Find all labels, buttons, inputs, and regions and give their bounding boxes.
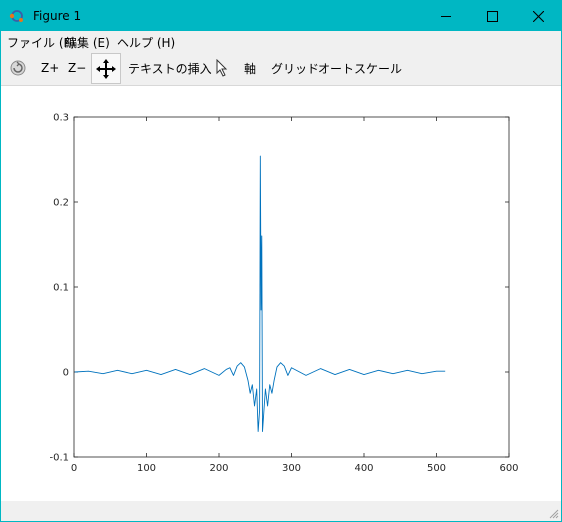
resize-grip-icon[interactable]: [547, 507, 559, 519]
pan-button[interactable]: [91, 53, 121, 84]
y-tick-label: 0.3: [53, 113, 69, 124]
y-tick-label: 0.2: [53, 198, 69, 209]
x-tick-label: 300: [282, 463, 301, 474]
x-tick-label: 400: [354, 463, 373, 474]
close-button[interactable]: [515, 1, 561, 31]
zoom-in-button[interactable]: Z+: [41, 51, 59, 85]
grid-button[interactable]: グリッド: [271, 51, 319, 85]
toolbar: Z+ Z− テキストの挿入 軸 グリッド オートスケール: [1, 51, 561, 86]
axes-button[interactable]: 軸: [244, 51, 256, 85]
rotate-button[interactable]: [9, 51, 27, 85]
maximize-button[interactable]: [469, 1, 515, 31]
x-tick-label: 200: [209, 463, 228, 474]
autoscale-button[interactable]: オートスケール: [318, 51, 402, 85]
status-bar: [1, 501, 561, 521]
minimize-icon: [441, 16, 451, 17]
menu-edit[interactable]: 編集 (E): [65, 34, 110, 51]
maximize-icon: [486, 10, 498, 22]
menu-bar: ファイル (F) 編集 (E) ヘルプ (H): [1, 31, 561, 51]
y-tick-label: -0.1: [49, 453, 69, 464]
x-tick-label: 0: [71, 463, 77, 474]
title-bar[interactable]: Figure 1: [1, 1, 561, 31]
octave-icon: [9, 10, 23, 22]
pan-icon: [96, 58, 116, 79]
y-tick-label: 0.1: [53, 283, 69, 294]
rotate-icon: [10, 60, 26, 76]
select-arrow-icon: [216, 59, 228, 77]
select-button[interactable]: [215, 51, 229, 85]
x-tick-label: 600: [499, 463, 518, 474]
figure-window: Figure 1 ファイル (F) 編集 (E) ヘルプ (H) Z+ Z− テ…: [0, 0, 562, 522]
menu-help[interactable]: ヘルプ (H): [117, 34, 175, 51]
y-tick-label: 0: [63, 368, 69, 379]
x-tick-label: 500: [427, 463, 446, 474]
plot-area[interactable]: 0 100 200 300 400 500 600 -0.1 0 0.1 0.2 0.3: [1, 86, 561, 501]
close-icon: [532, 10, 544, 22]
x-tick-label: 100: [137, 463, 156, 474]
window-title: Figure 1: [33, 9, 82, 23]
minimize-button[interactable]: [423, 1, 469, 31]
chart[interactable]: 0 100 200 300 400 500 600-0.100.10.20.3: [1, 86, 561, 501]
insert-text-button[interactable]: テキストの挿入: [128, 51, 212, 85]
zoom-out-button[interactable]: Z−: [68, 51, 86, 85]
axes-box: [73, 116, 510, 458]
